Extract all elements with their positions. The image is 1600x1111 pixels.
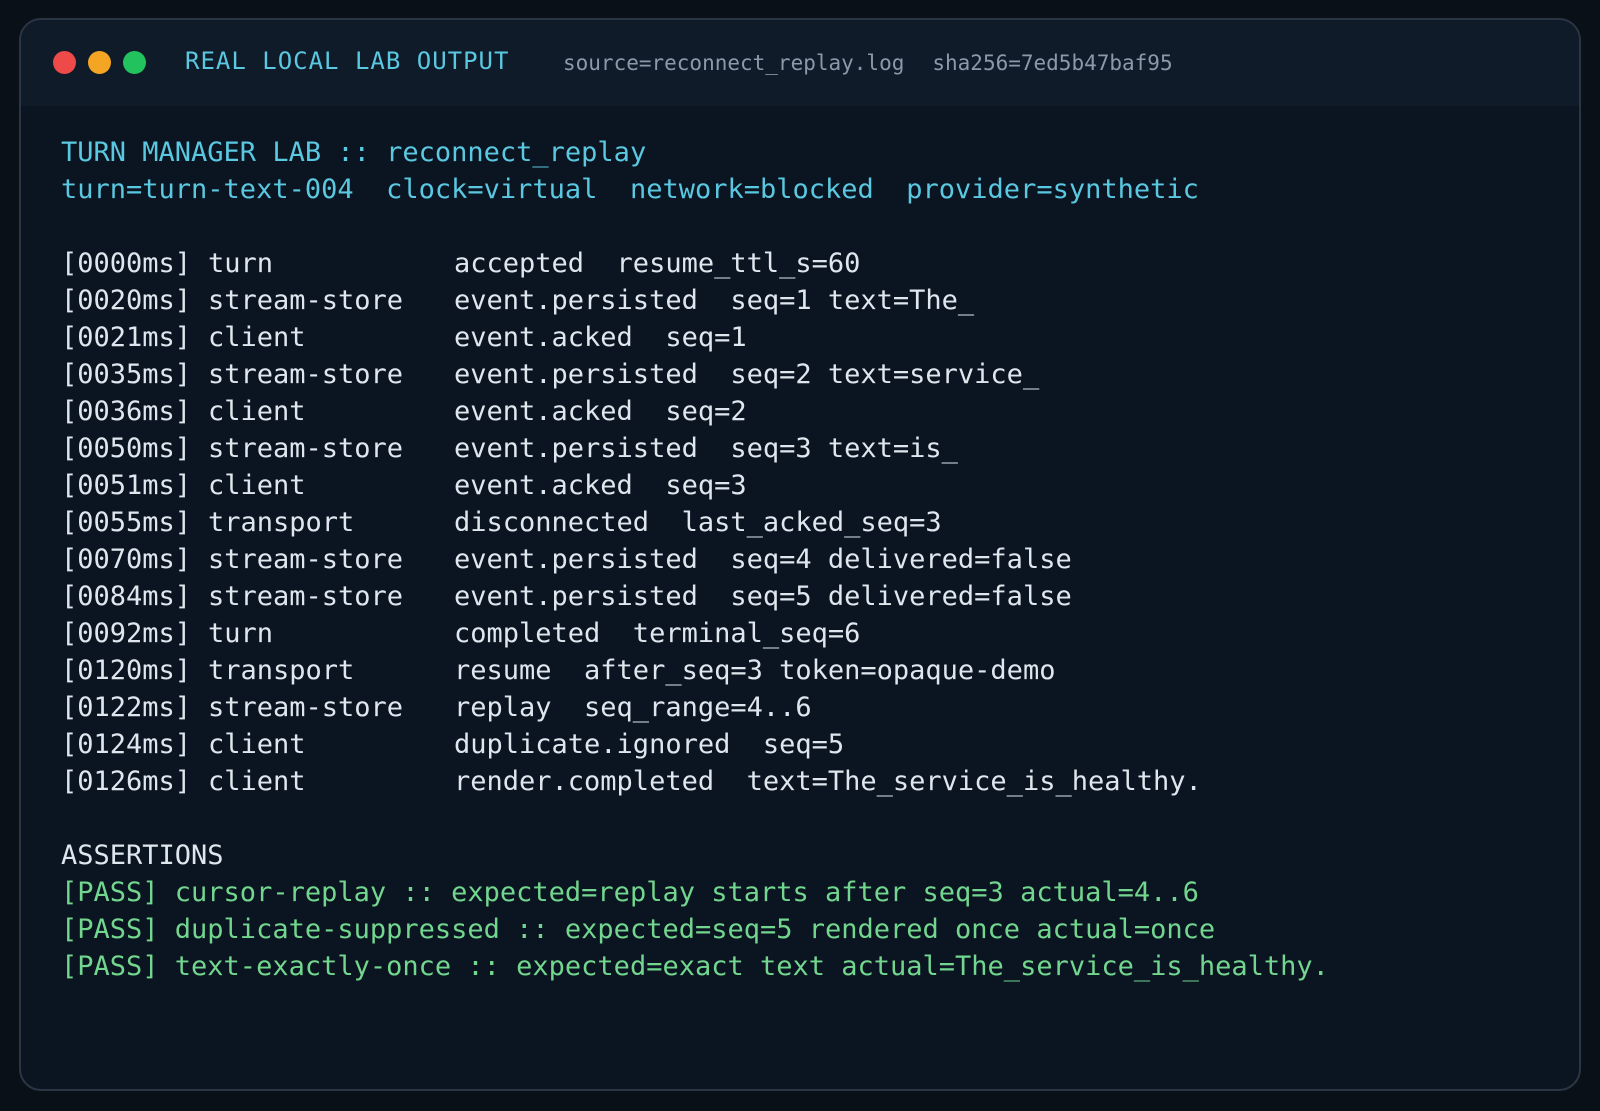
log-timestamp: [0084ms] (61, 581, 192, 612)
log-message: event.acked seq=3 (454, 470, 747, 501)
log-message: duplicate.ignored seq=5 (454, 729, 845, 760)
log-timestamp: [0124ms] (61, 729, 192, 760)
log-line: [0126ms] client render.completed text=The_… (61, 763, 1549, 800)
log-message: event.acked seq=1 (454, 322, 747, 353)
log-line: [0120ms] transport resume after_seq=3 toke… (61, 652, 1549, 689)
log-line: [0070ms] stream-store event.persisted seq=… (61, 541, 1549, 578)
assertions-heading: ASSERTIONS (61, 840, 224, 871)
log-source: stream-store (208, 544, 404, 575)
assertion-pass-line: [PASS] cursor-replay :: expected=replay … (61, 877, 1199, 908)
log-timestamp: [0092ms] (61, 618, 192, 649)
log-timestamp: [0035ms] (61, 359, 192, 390)
log-line: [0050ms] stream-store event.persisted seq=… (61, 430, 1549, 467)
log-line: [0021ms] client event.acked seq=1 (61, 319, 1549, 356)
log-line: [0000ms] turn accepted resume_ttl_s=60 (61, 245, 1549, 282)
log-timestamp: [0050ms] (61, 433, 192, 464)
log-message: resume after_seq=3 token=opaque-demo (454, 655, 1056, 686)
log-message: replay seq_range=4..6 (454, 692, 812, 723)
log-source: stream-store (208, 692, 404, 723)
sha-hash: sha256=7ed5b47baf95 (932, 51, 1173, 75)
log-message: event.persisted seq=4 delivered=false (454, 544, 1072, 575)
terminal-output: TURN MANAGER LAB :: reconnect_replay tur… (61, 134, 1549, 985)
source-file: source=reconnect_replay.log (563, 51, 905, 75)
log-timestamp: [0122ms] (61, 692, 192, 723)
log-timestamp: [0021ms] (61, 322, 192, 353)
log-message: render.completed text=The_service_is_hea… (454, 766, 1202, 797)
log-message: event.persisted seq=1 text=The_ (454, 285, 975, 316)
log-source: transport (208, 507, 355, 538)
source-metadata: source=reconnect_replay.log sha256=7ed5b4… (563, 51, 1173, 75)
log-message: accepted resume_ttl_s=60 (454, 248, 861, 279)
log-source: turn (208, 248, 274, 279)
log-timestamp: [0051ms] (61, 470, 192, 501)
log-message: event.persisted seq=3 text=is_ (454, 433, 958, 464)
log-line: [0035ms] stream-store event.persisted seq=… (61, 356, 1549, 393)
log-source: turn (208, 618, 274, 649)
maximize-button[interactable] (123, 51, 146, 74)
log-source: stream-store (208, 359, 404, 390)
log-line: [0020ms] stream-store event.persisted seq=… (61, 282, 1549, 319)
log-timestamp: [0126ms] (61, 766, 192, 797)
log-source: transport (208, 655, 355, 686)
log-timestamp: [0070ms] (61, 544, 192, 575)
log-line: [0051ms] client event.acked seq=3 (61, 467, 1549, 504)
log-message: event.persisted seq=5 delivered=false (454, 581, 1072, 612)
log-timestamp: [0055ms] (61, 507, 192, 538)
log-message: disconnected last_acked_seq=3 (454, 507, 942, 538)
log-source: client (208, 322, 306, 353)
log-source: client (208, 470, 306, 501)
lab-parameters: turn=turn-text-004 clock=virtual network… (61, 174, 1199, 205)
log-message: event.persisted seq=2 text=service_ (454, 359, 1040, 390)
title-bar: REAL LOCAL LAB OUTPUT source=reconnect_r… (21, 20, 1579, 106)
log-line: [0122ms] stream-store replay seq_range=4..… (61, 689, 1549, 726)
log-line: [0124ms] client duplicate.ignored seq=5 (61, 726, 1549, 763)
log-timestamp: [0036ms] (61, 396, 192, 427)
log-source: stream-store (208, 581, 404, 612)
close-button[interactable] (53, 51, 76, 74)
log-line: [0092ms] turn completed terminal_seq=6 (61, 615, 1549, 652)
log-lines: [0000ms] turn accepted resume_ttl_s=60 [002… (61, 245, 1549, 800)
log-timestamp: [0000ms] (61, 248, 192, 279)
log-message: completed terminal_seq=6 (454, 618, 861, 649)
log-line: [0036ms] client event.acked seq=2 (61, 393, 1549, 430)
log-source: client (208, 729, 306, 760)
log-source: client (208, 396, 306, 427)
log-timestamp: [0120ms] (61, 655, 192, 686)
assertion-pass-line: [PASS] text-exactly-once :: expected=exa… (61, 951, 1329, 982)
log-source: stream-store (208, 433, 404, 464)
assertion-pass-line: [PASS] duplicate-suppressed :: expected=… (61, 914, 1216, 945)
window-title: REAL LOCAL LAB OUTPUT (185, 47, 510, 75)
log-timestamp: [0020ms] (61, 285, 192, 316)
log-line: [0055ms] transport disconnected last_acked… (61, 504, 1549, 541)
assertion-lines: [PASS] cursor-replay :: expected=replay … (61, 874, 1549, 985)
minimize-button[interactable] (88, 51, 111, 74)
log-source: stream-store (208, 285, 404, 316)
log-message: event.acked seq=2 (454, 396, 747, 427)
terminal-window: REAL LOCAL LAB OUTPUT source=reconnect_r… (19, 18, 1581, 1091)
log-line: [0084ms] stream-store event.persisted seq=… (61, 578, 1549, 615)
lab-heading: TURN MANAGER LAB :: reconnect_replay (61, 137, 647, 168)
log-source: client (208, 766, 306, 797)
